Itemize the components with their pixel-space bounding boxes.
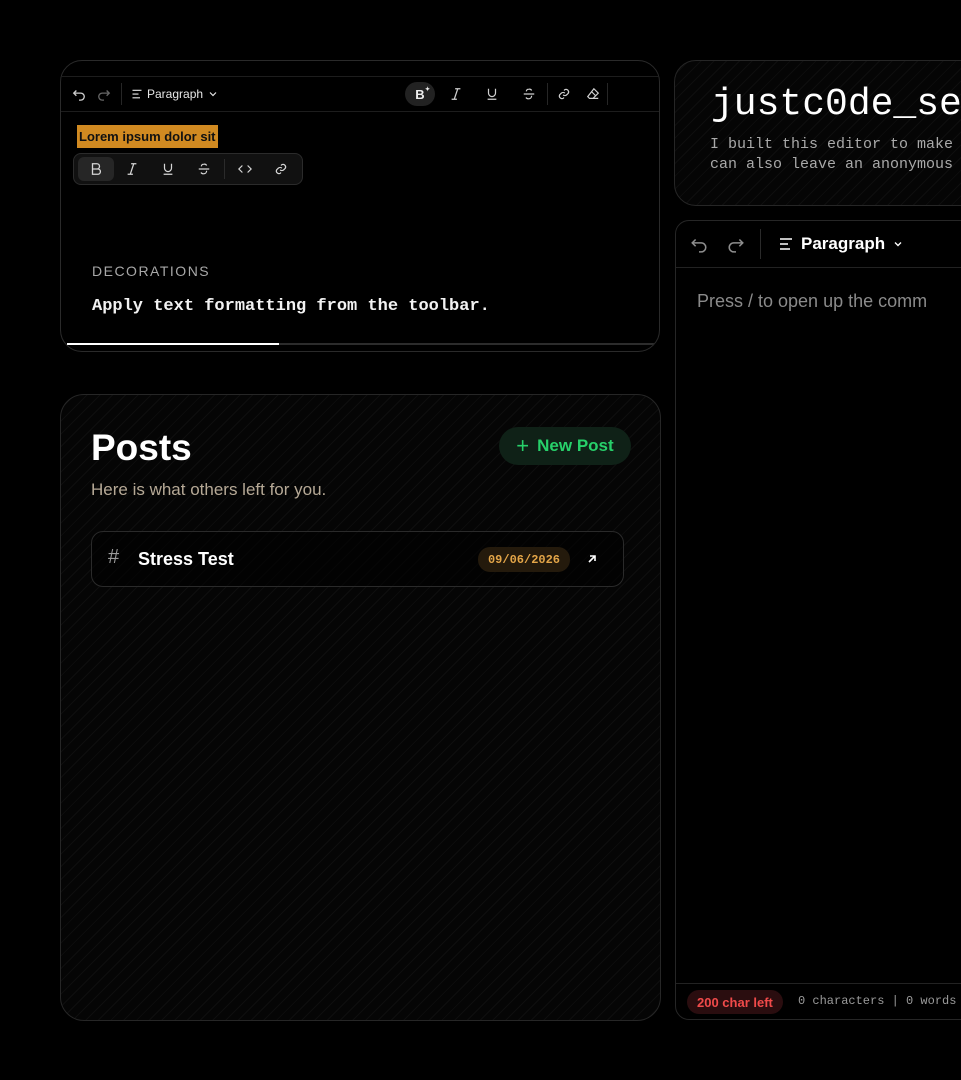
new-post-button[interactable]: + New Post xyxy=(499,427,631,465)
undo-icon[interactable] xyxy=(688,233,710,255)
site-title: justc0de_se xyxy=(711,83,961,126)
bold-icon: B xyxy=(415,86,425,102)
align-left-icon xyxy=(132,89,142,99)
bold-button[interactable]: B ✦ xyxy=(405,82,435,106)
bubble-italic-button[interactable] xyxy=(114,157,150,181)
chevron-down-icon xyxy=(894,242,902,247)
bubble-underline-button[interactable] xyxy=(150,157,186,181)
chevron-down-icon xyxy=(209,92,217,97)
demo-caption-title: DECORATIONS xyxy=(92,263,211,279)
bubble-menu xyxy=(73,153,303,185)
chars-left-badge: 200 char left xyxy=(687,990,783,1014)
toolbar-divider xyxy=(121,83,122,105)
toolbar-divider xyxy=(547,83,548,105)
redo-icon[interactable] xyxy=(94,77,114,111)
bubble-code-button[interactable] xyxy=(227,157,263,181)
clear-format-button[interactable] xyxy=(582,77,604,111)
demo-progress-fill xyxy=(67,343,279,345)
post-title: Stress Test xyxy=(138,549,234,569)
demo-caption-text: Apply text formatting from the toolbar. xyxy=(92,297,490,316)
paragraph-select[interactable]: Paragraph xyxy=(778,233,904,255)
link-icon xyxy=(275,163,287,175)
char-word-count: 0 characters | 0 words xyxy=(798,994,957,1008)
redo-icon[interactable] xyxy=(725,233,747,255)
posts-subtitle: Here is what others left for you. xyxy=(91,480,327,499)
plus-icon: + xyxy=(516,433,530,458)
description-line-2: can also leave an anonymous xyxy=(710,155,961,175)
strikethrough-icon xyxy=(523,88,535,100)
post-date-badge: 09/06/2026 xyxy=(478,547,570,572)
post-list-item[interactable]: # Stress Test 09/06/2026 xyxy=(91,531,624,587)
post-editor-card: Paragraph Press / to open up the comm 20… xyxy=(675,220,961,1020)
bubble-link-button[interactable] xyxy=(263,157,299,181)
underline-icon xyxy=(487,88,497,100)
align-left-icon xyxy=(780,238,792,250)
toolbar-divider xyxy=(607,83,608,105)
posts-title: Posts xyxy=(91,427,192,468)
bubble-bold-button[interactable] xyxy=(78,157,114,181)
underline-button[interactable] xyxy=(481,77,503,111)
italic-icon xyxy=(127,163,137,175)
editor-input[interactable]: Press / to open up the comm xyxy=(697,291,927,312)
code-icon xyxy=(238,165,252,173)
link-button[interactable] xyxy=(553,77,575,111)
paragraph-label: Paragraph xyxy=(801,234,886,253)
link-icon xyxy=(558,88,570,100)
demo-toolbar: Paragraph B ✦ xyxy=(61,76,659,112)
bold-icon xyxy=(91,163,101,175)
toolbar-divider xyxy=(760,229,761,259)
highlighted-text[interactable]: Lorem ipsum dolor sit xyxy=(77,125,218,148)
description-line: I built this editor to make xyxy=(710,136,954,153)
description-line-text: can also leave an anonymous xyxy=(710,156,954,173)
arrow-up-right-icon[interactable] xyxy=(584,551,600,567)
demo-progress-bar xyxy=(67,343,655,345)
site-description: I built this editor to make can also lea… xyxy=(710,135,961,175)
bubble-divider xyxy=(224,159,225,179)
formatting-demo-card: Paragraph B ✦ Lorem ipsum dolor sit DECO… xyxy=(60,60,660,352)
editor-toolbar: Paragraph xyxy=(676,221,961,268)
bubble-strikethrough-button[interactable] xyxy=(186,157,222,181)
paragraph-label: Paragraph xyxy=(147,87,204,101)
italic-icon xyxy=(451,88,461,100)
paragraph-select[interactable]: Paragraph xyxy=(131,77,219,111)
sparkle-icon: ✦ xyxy=(424,87,430,93)
editor-footer: 200 char left 0 characters | 0 words xyxy=(676,983,961,1019)
hash-icon: # xyxy=(108,546,120,568)
posts-card: Posts Here is what others left for you. … xyxy=(60,394,661,1021)
eraser-icon xyxy=(586,87,600,99)
intro-card: justc0de_se I built this editor to make … xyxy=(674,60,961,206)
italic-button[interactable] xyxy=(445,77,467,111)
strikethrough-icon xyxy=(198,163,210,175)
undo-icon[interactable] xyxy=(69,77,89,111)
new-post-label: New Post xyxy=(537,436,614,455)
strikethrough-button[interactable] xyxy=(518,77,540,111)
underline-icon xyxy=(163,163,173,175)
